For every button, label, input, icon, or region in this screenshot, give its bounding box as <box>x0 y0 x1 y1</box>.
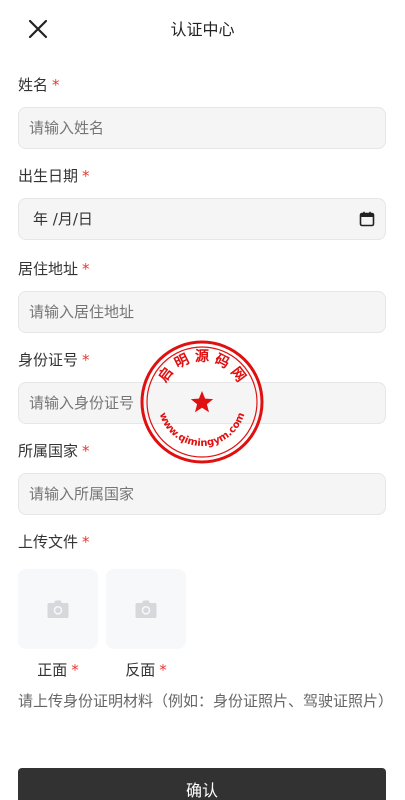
name-label-text: 姓名 <box>18 76 49 94</box>
name-input[interactable] <box>18 107 386 149</box>
front-caption-text: 正面 <box>37 661 68 679</box>
upload-back-button[interactable] <box>106 569 186 649</box>
address-label-text: 居住地址 <box>18 260 79 278</box>
upload-label: 上传文件 * <box>18 531 90 552</box>
address-input[interactable] <box>18 291 386 333</box>
upload-label-text: 上传文件 <box>18 533 79 551</box>
page-title: 认证中心 <box>170 20 235 39</box>
idnum-label-text: 身份证号 <box>18 351 79 369</box>
upload-front-button[interactable] <box>18 569 98 649</box>
country-input[interactable] <box>18 473 386 515</box>
watermark-stamp: 启 明 源 码 网 www.qimingym.com <box>140 340 264 464</box>
star-icon <box>190 391 214 413</box>
address-label: 居住地址 * <box>18 258 90 279</box>
required-mark: * <box>82 533 90 551</box>
country-label: 所属国家 * <box>18 440 90 461</box>
required-mark: * <box>71 661 79 679</box>
back-caption-text: 反面 <box>125 661 156 679</box>
required-mark: * <box>52 76 60 94</box>
birth-label: 出生日期 * <box>18 165 90 186</box>
birth-label-text: 出生日期 <box>18 167 79 185</box>
idnum-label: 身份证号 * <box>18 349 90 370</box>
header: 认证中心 <box>0 0 405 56</box>
upload-hint: 请上传身份证明材料（例如：身份证照片、驾驶证照片） <box>18 692 394 710</box>
country-label-text: 所属国家 <box>18 442 79 460</box>
birth-date-value: 年 /月/日 <box>33 210 93 228</box>
watermark-bottom-text: www.qimingym.com <box>157 411 248 449</box>
required-mark: * <box>82 442 90 460</box>
upload-front-caption: 正面 * <box>18 659 98 680</box>
name-label: 姓名 * <box>18 74 60 95</box>
required-mark: * <box>82 260 90 278</box>
upload-back-caption: 反面 * <box>106 659 186 680</box>
required-mark: * <box>159 661 167 679</box>
camera-icon <box>135 600 157 618</box>
camera-icon <box>47 600 69 618</box>
birth-date-input[interactable]: 年 /月/日 <box>18 198 386 240</box>
required-mark: * <box>82 351 90 369</box>
calendar-icon[interactable] <box>359 211 375 227</box>
confirm-button[interactable]: 确认 <box>18 768 386 800</box>
required-mark: * <box>82 167 90 185</box>
